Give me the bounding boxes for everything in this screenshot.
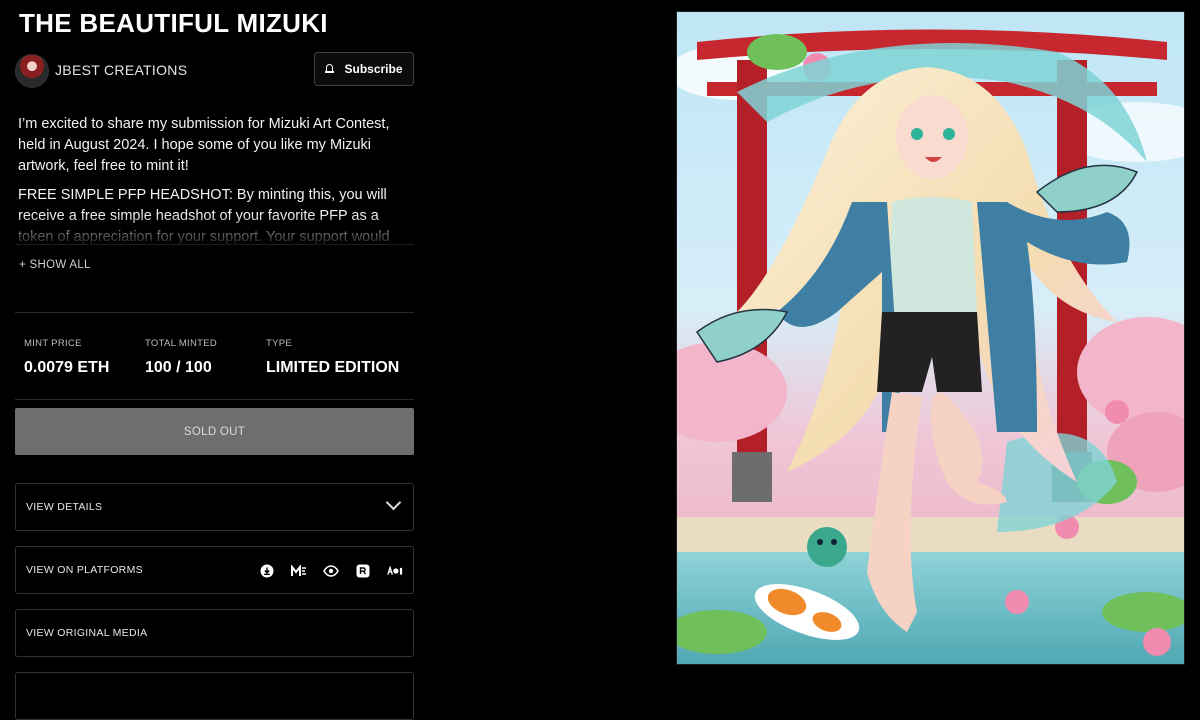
sold-out-button[interactable]: SOLD OUT <box>15 408 414 455</box>
stats-divider-bottom <box>15 399 414 400</box>
download-icon[interactable] <box>259 563 275 579</box>
subscribe-button[interactable]: Subscribe <box>314 52 414 86</box>
description-fade <box>15 214 414 246</box>
bell-icon <box>325 64 335 74</box>
stat-label: TYPE <box>266 338 293 349</box>
aoi-icon[interactable] <box>387 563 403 579</box>
view-details-label: VIEW DETAILS <box>26 501 103 513</box>
chevron-down-icon <box>385 494 402 511</box>
next-panel[interactable] <box>15 672 414 720</box>
subscribe-label: Subscribe <box>344 62 403 76</box>
eye-icon[interactable] <box>323 563 339 579</box>
show-all-link[interactable]: + SHOW ALL <box>19 259 91 271</box>
creator-row: JBEST CREATIONS Subscribe <box>15 52 414 88</box>
stat-value: 0.0079 ETH <box>24 359 110 376</box>
view-on-platforms-label: VIEW ON PLATFORMS <box>26 564 143 576</box>
stat-total-minted: TOTAL MINTED 100 / 100 <box>145 338 217 377</box>
stat-label: TOTAL MINTED <box>145 338 218 349</box>
stat-value: LIMITED EDITION <box>266 359 400 376</box>
stat-type: TYPE LIMITED EDITION <box>266 338 399 377</box>
stat-mint-price: MINT PRICE 0.0079 ETH <box>24 338 109 377</box>
stat-value: 100 / 100 <box>145 359 212 376</box>
view-original-media-panel[interactable]: VIEW ORIGINAL MEDIA <box>15 609 414 657</box>
description-divider <box>15 244 414 245</box>
view-details-panel[interactable]: VIEW DETAILS <box>15 483 414 531</box>
page-title: THE BEAUTIFUL MIZUKI <box>19 8 328 38</box>
view-original-media-label: VIEW ORIGINAL MEDIA <box>26 627 148 639</box>
artwork-image[interactable] <box>676 11 1185 665</box>
view-on-platforms-panel: VIEW ON PLATFORMS <box>15 546 414 594</box>
creator-name-link[interactable]: JBEST CREATIONS <box>55 62 187 78</box>
rarible-icon[interactable] <box>355 563 371 579</box>
stat-label: MINT PRICE <box>24 338 82 349</box>
creator-avatar[interactable] <box>15 54 49 88</box>
stats-divider-top <box>15 312 414 313</box>
platform-icons <box>259 563 403 579</box>
description-paragraph-1: I’m excited to share my submission for M… <box>18 116 390 174</box>
magic-eden-icon[interactable] <box>291 563 307 579</box>
